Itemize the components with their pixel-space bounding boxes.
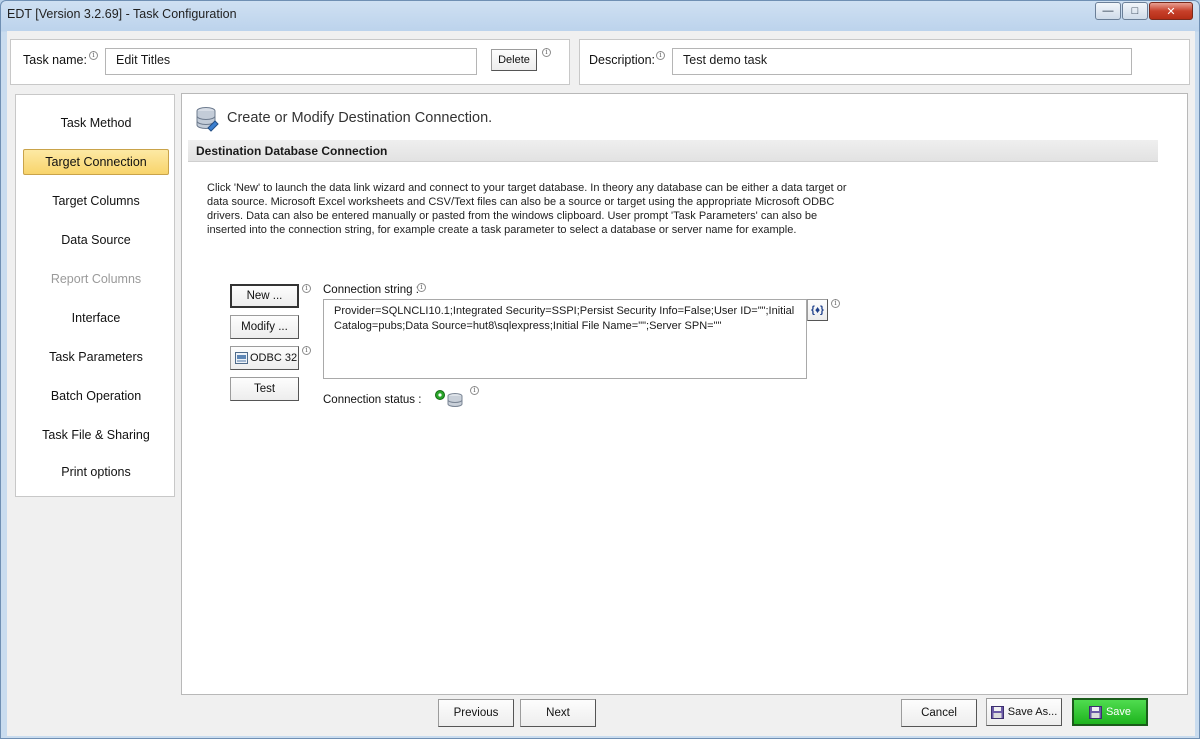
sidebar-item-task-parameters[interactable]: Task Parameters <box>23 344 169 370</box>
minimize-button[interactable]: — <box>1095 2 1121 20</box>
floppy-icon <box>1088 705 1102 719</box>
window-title: EDT [Version 3.2.69] - Task Configuratio… <box>7 7 237 21</box>
sidebar-item-task-method[interactable]: Task Method <box>23 110 169 136</box>
sidebar-item-target-columns[interactable]: Target Columns <box>23 188 169 214</box>
title-bar[interactable]: EDT [Version 3.2.69] - Task Configuratio… <box>1 1 1199 29</box>
previous-button[interactable]: Previous <box>438 699 514 727</box>
main-panel: Create or Modify Destination Connection.… <box>181 93 1188 695</box>
sidebar-item-target-connection[interactable]: Target Connection <box>23 149 169 175</box>
sidebar-item-report-columns: Report Columns <box>50 272 142 286</box>
floppy-icon <box>990 705 1004 719</box>
save-label: Save <box>1105 706 1132 718</box>
description-panel: Description: i Test demo task <box>579 39 1190 85</box>
description-input[interactable]: Test demo task <box>672 48 1132 75</box>
info-icon[interactable]: i <box>417 283 426 292</box>
next-button[interactable]: Next <box>520 699 596 727</box>
info-icon[interactable]: i <box>302 346 311 355</box>
delete-button[interactable]: Delete <box>491 49 537 71</box>
connection-status-label: Connection status : <box>323 394 422 406</box>
info-icon[interactable]: i <box>302 284 311 293</box>
task-name-panel: Task name: i Edit Titles Delete i <box>10 39 570 85</box>
sidebar-item-interface[interactable]: Interface <box>23 305 169 331</box>
close-button[interactable]: ✕ <box>1149 2 1193 20</box>
app-window: EDT [Version 3.2.69] - Task Configuratio… <box>0 0 1200 739</box>
window-controls: — □ ✕ <box>1095 2 1193 20</box>
info-icon[interactable]: i <box>542 48 551 57</box>
cancel-button[interactable]: Cancel <box>901 699 977 727</box>
odbc32-button[interactable]: ODBC 32 <box>230 346 299 370</box>
odbc32-label: ODBC 32 <box>250 352 298 364</box>
maximize-button[interactable]: □ <box>1122 2 1148 20</box>
section-header: Destination Database Connection <box>188 140 1158 162</box>
footer-bar: Previous Next Cancel Save As... Save <box>7 695 1195 736</box>
save-as-button[interactable]: Save As... <box>986 698 1062 726</box>
connection-string-label: Connection string : <box>323 284 419 296</box>
connection-string-input[interactable]: Provider=SQLNCLI10.1;Integrated Security… <box>323 299 807 379</box>
sidebar-item-task-file-sharing[interactable]: Task File & Sharing <box>23 422 169 448</box>
sidebar-item-batch-operation[interactable]: Batch Operation <box>23 383 169 409</box>
help-text: Click 'New' to launch the data link wiza… <box>207 182 847 236</box>
sidebar-item-data-source[interactable]: Data Source <box>23 227 169 253</box>
connection-status-icon <box>435 390 463 407</box>
sidebar-item-print-options[interactable]: Print options <box>23 459 169 485</box>
save-as-label: Save As... <box>1007 706 1058 718</box>
save-button[interactable]: Save <box>1072 698 1148 726</box>
sidebar-nav: Task Method Target Connection Target Col… <box>15 94 175 497</box>
database-icon <box>196 107 219 132</box>
task-name-input[interactable]: Edit Titles <box>105 48 477 75</box>
odbc-icon <box>235 352 248 364</box>
info-icon[interactable]: i <box>831 299 840 308</box>
modify-connection-button[interactable]: Modify ... <box>230 315 299 339</box>
insert-parameter-button[interactable]: {♦} <box>807 299 828 321</box>
task-name-label: Task name: <box>23 53 87 67</box>
info-icon[interactable]: i <box>470 386 479 395</box>
test-connection-button[interactable]: Test <box>230 377 299 401</box>
description-label: Description: <box>589 53 655 67</box>
new-connection-button[interactable]: New ... <box>230 284 299 308</box>
info-icon[interactable]: i <box>89 51 98 60</box>
info-icon[interactable]: i <box>656 51 665 60</box>
client-area: Task name: i Edit Titles Delete i Descri… <box>7 31 1195 736</box>
page-title: Create or Modify Destination Connection. <box>227 110 493 126</box>
